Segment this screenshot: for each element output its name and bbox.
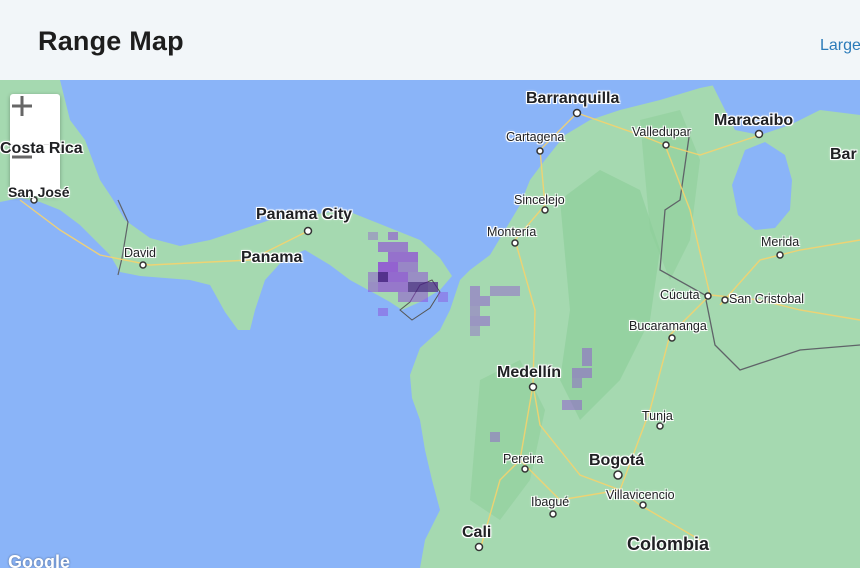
page-header: Range Map Large xyxy=(0,0,860,80)
label-cartagena: Cartagena xyxy=(506,130,565,144)
label-ibague: Ibagué xyxy=(531,495,570,509)
label-barranquilla: Barranquilla xyxy=(526,90,620,107)
label-san-cristobal: San Cristobal xyxy=(729,292,805,306)
label-panama-city: Panama City xyxy=(256,206,353,223)
label-david: David xyxy=(124,246,156,260)
label-pereira: Pereira xyxy=(503,452,544,466)
zoom-in-button[interactable] xyxy=(10,94,60,145)
plus-icon xyxy=(12,96,32,116)
label-maracaibo: Maracaibo xyxy=(714,112,794,129)
range-map[interactable]: Barranquilla Cartagena Valledupar Maraca… xyxy=(0,80,860,568)
label-costa-rica: Costa Rica xyxy=(0,140,83,157)
label-panama: Panama xyxy=(241,249,303,266)
label-valledupar: Valledupar xyxy=(632,125,691,139)
label-merida: Merida xyxy=(761,235,800,249)
label-medellin: Medellín xyxy=(497,364,562,381)
larger-map-link[interactable]: Large xyxy=(820,37,860,55)
label-monteria: Montería xyxy=(487,225,537,239)
map-canvas xyxy=(0,80,860,568)
label-bogota: Bogotá xyxy=(589,452,645,469)
label-san-jose: San José xyxy=(8,184,70,200)
label-bucaramanga: Bucaramanga xyxy=(629,319,707,333)
label-tunja: Tunja xyxy=(642,409,673,423)
label-barquisimeto: Bar xyxy=(830,146,857,163)
label-sincelejo: Sincelejo xyxy=(514,193,565,207)
label-cucuta: Cúcuta xyxy=(660,288,700,302)
label-colombia: Colombia xyxy=(627,534,710,554)
label-cali: Cali xyxy=(462,524,492,541)
label-villavicencio: Villavicencio xyxy=(606,488,675,502)
page-title: Range Map xyxy=(38,26,184,56)
google-logo: Google xyxy=(8,552,70,568)
